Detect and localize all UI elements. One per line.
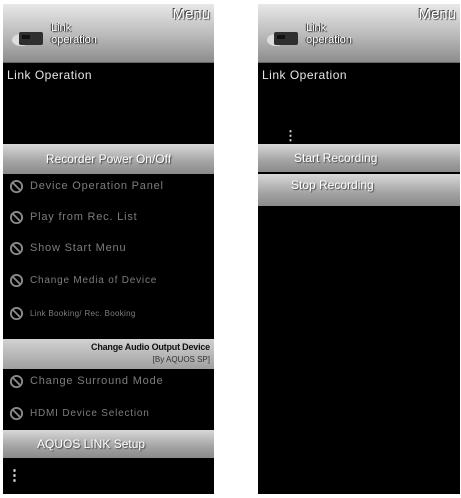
page-title: Link Operation [262,68,348,82]
menu-title: Menu [172,6,210,23]
recorder-power-label: Recorder Power On/Off [45,152,172,166]
menu-title: Menu [418,6,456,23]
menu-item-label: Change Surround Mode [30,375,164,387]
recorder-power-button[interactable]: Recorder Power On/Off [3,144,214,174]
menu-item-label: Play from Rec. List [30,211,138,223]
page-title: Link Operation [7,68,93,82]
menu-header: Menu Link operation [3,4,214,63]
menu-item-label: Show Start Menu [30,242,127,254]
audio-output-label: Change Audio Output Device [91,342,210,352]
menu-item-label: Change Media of Device [30,274,158,286]
menu-item-label: Device Operation Panel [30,180,164,192]
menu-item-change-media-of-device[interactable]: Change Media of Device [9,268,210,292]
menu-item-change-surround-mode[interactable]: Change Surround Mode [9,369,210,393]
menu-item-label: Link Booking/ Rec. Booking [30,308,136,318]
audio-output-sublabel: [By AQUOS SP] [152,355,210,364]
stop-recording-button[interactable]: Stop Recording [258,174,460,206]
unavailable-icon [9,241,24,255]
start-recording-button[interactable]: Start Recording [258,144,460,172]
unavailable-icon [9,210,24,224]
more-items-indicator: ⋮ [7,467,22,484]
start-recording-label: Start Recording [294,151,378,165]
link-device-icon [267,32,298,46]
recording-menu-panel: Menu Link operation Link Operation ⋮ Sta… [258,4,460,494]
menu-header: Menu Link operation [258,4,460,63]
more-items-indicator: ⋮ [284,128,297,143]
link-device-icon [12,32,43,46]
aquos-link-setup-label: AQUOS LINK Setup [37,437,146,451]
unavailable-icon [9,406,24,420]
aquos-link-setup-button[interactable]: AQUOS LINK Setup [3,430,214,458]
menu-item-device-operation-panel[interactable]: Device Operation Panel [9,174,210,198]
menu-item-show-start-menu[interactable]: Show Start Menu [9,236,210,260]
unavailable-icon [9,306,24,320]
link-operation-label: Link operation [51,22,97,46]
unavailable-icon [9,273,24,287]
stop-recording-label: Stop Recording [291,178,374,192]
link-operation-label: Link operation [306,22,352,46]
menu-item-hdmi-device-selection[interactable]: HDMI Device Selection [9,401,210,425]
unavailable-icon [9,374,24,388]
menu-item-link-booking[interactable]: Link Booking/ Rec. Booking [9,301,210,325]
unavailable-icon [9,179,24,193]
link-operation-menu-panel: Menu Link operation Link Operation Recor… [3,4,214,494]
change-audio-output-device-button[interactable]: Change Audio Output Device [By AQUOS SP] [3,339,214,369]
menu-item-play-from-rec-list[interactable]: Play from Rec. List [9,205,210,229]
menu-item-label: HDMI Device Selection [30,407,150,419]
